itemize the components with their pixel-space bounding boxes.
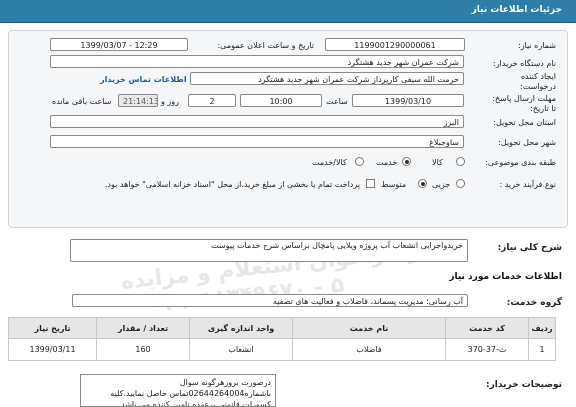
services-table: ردیف کد خدمت نام خدمت واحد اندازه گیری ت… bbox=[8, 317, 556, 361]
deadline-date-field[interactable]: 1399/03/10 bbox=[352, 94, 464, 107]
buyer-notes-label: توضیحات خریدار: bbox=[486, 380, 562, 390]
category-option-goods: کالا bbox=[432, 158, 443, 167]
cell-quantity: 160 bbox=[96, 338, 190, 361]
table-header-row: ردیف کد خدمت نام خدمت واحد اندازه گیری ت… bbox=[8, 317, 556, 339]
days-label: روز و bbox=[161, 97, 179, 106]
summary-label: شرح کلی نیاز: bbox=[497, 243, 562, 253]
cell-need-date: 1399/03/11 bbox=[8, 338, 97, 361]
service-group-label: گروه خدمت: bbox=[506, 298, 562, 308]
process-option-medium: متوسط bbox=[381, 180, 407, 189]
header-unit: واحد اندازه گیری bbox=[189, 317, 293, 339]
days-remaining-field[interactable]: 2 bbox=[188, 94, 236, 107]
remaining-time-label: ساعت باقی مانده bbox=[52, 97, 112, 106]
category-radio-service[interactable] bbox=[402, 157, 411, 166]
table-row[interactable]: 1 ث-37-370 فاضلاب انشعاب 160 1399/03/11 bbox=[8, 338, 556, 361]
process-radio-medium[interactable] bbox=[418, 179, 427, 188]
service-group-field[interactable]: آب رسانی؛ مدیریت پسماند، فاضلاب و فعالیت… bbox=[72, 294, 468, 307]
page-title: جزئیات اطلاعات نیاز bbox=[471, 5, 562, 15]
header-service-name: نام خدمت bbox=[292, 317, 446, 339]
city-field[interactable]: ساوجبلاغ bbox=[50, 135, 464, 148]
cell-unit: انشعاب bbox=[189, 338, 293, 361]
header-row-number: ردیف bbox=[528, 317, 556, 339]
remaining-time-field: 21:14:13 bbox=[118, 94, 158, 107]
province-label: استان محل تحویل: bbox=[493, 118, 556, 127]
header-need-date: تاریخ نیاز bbox=[8, 317, 97, 339]
deadline-hour-label: ساعت bbox=[326, 97, 348, 106]
province-field[interactable]: البرز bbox=[50, 115, 464, 128]
treasury-payment-checkbox[interactable] bbox=[366, 179, 375, 188]
buyer-org-label: نام دستگاه خریدار: bbox=[493, 59, 556, 68]
cell-service-code: ث-37-370 bbox=[445, 338, 529, 361]
cell-service-name: فاضلاب bbox=[292, 338, 446, 361]
summary-field[interactable]: خریدواجرایی انشعاب آب پروژه ویلایی پامچا… bbox=[70, 239, 468, 262]
creator-field[interactable]: حرمت الله سیفی کارپرداز شرکت عمران شهر ج… bbox=[190, 72, 464, 85]
process-radio-minor[interactable] bbox=[456, 179, 465, 188]
buyer-contact-link[interactable]: اطلاعات تماس خریدار bbox=[100, 75, 187, 84]
announce-datetime-label: تاریخ و ساعت اعلان عمومی: bbox=[217, 41, 314, 50]
page-header: جزئیات اطلاعات نیاز bbox=[0, 0, 576, 23]
announce-datetime-field[interactable]: 1399/03/07 - 12:29 bbox=[50, 38, 188, 51]
need-number-label: شماره نیاز: bbox=[518, 41, 556, 50]
city-label: شهر محل تحویل: bbox=[498, 138, 556, 147]
services-section-title: اطلاعات خدمات مورد نیاز bbox=[449, 272, 562, 282]
header-service-code: کد خدمت bbox=[445, 317, 529, 339]
deadline-time-field[interactable]: 10:00 bbox=[240, 94, 322, 107]
category-label: طبقه بندی موضوعی: bbox=[485, 158, 556, 167]
deadline-label: مهلت ارسال پاسخ: تا تاریخ: bbox=[492, 94, 556, 113]
cell-row-number: 1 bbox=[528, 338, 556, 361]
treasury-payment-note: پرداخت تمام یا بخشی از مبلغ خرید،از محل … bbox=[104, 180, 360, 189]
need-number-field[interactable]: 1199001290000061 bbox=[325, 38, 465, 51]
header-quantity: تعداد / مقدار bbox=[96, 317, 190, 339]
category-radio-goods-service[interactable] bbox=[355, 157, 364, 166]
process-option-minor: جزیی bbox=[432, 180, 451, 189]
buyer-notes-field[interactable]: درصورت بروزهرگونه سوال باشماره0264426400… bbox=[80, 374, 276, 407]
category-option-goods-service: کالا/خدمت bbox=[312, 158, 347, 167]
category-option-service: خدمت bbox=[376, 158, 398, 167]
process-label: نوع فرآیند خرید : bbox=[499, 180, 556, 189]
buyer-org-field[interactable]: شرکت عمران شهر جدید هشتگرد bbox=[50, 55, 464, 68]
creator-label: ایجاد کننده درخواست: bbox=[520, 72, 556, 91]
category-radio-goods[interactable] bbox=[456, 157, 465, 166]
